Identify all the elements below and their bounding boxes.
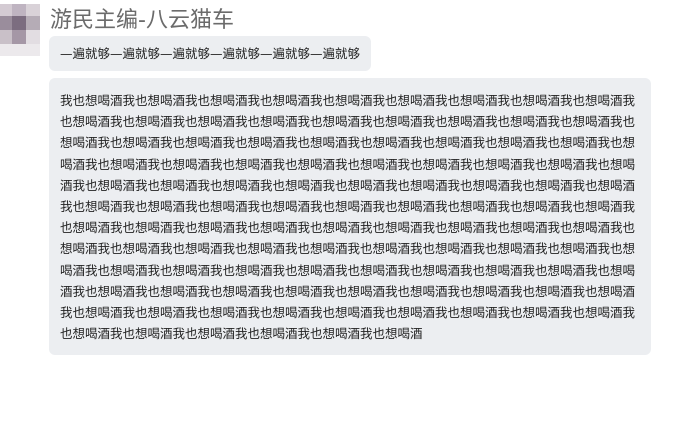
avatar[interactable] xyxy=(0,4,40,56)
message-text: 我也想喝酒我也想喝酒我也想喝酒我也想喝酒我也想喝酒我也想喝酒我也想喝酒我也想喝酒… xyxy=(60,93,636,342)
message-bubble[interactable]: —遍就够—遍就够—遍就够—遍就够—遍就够—遍就够 xyxy=(49,36,372,71)
message-bubble[interactable]: 我也想喝酒我也想喝酒我也想喝酒我也想喝酒我也想喝酒我也想喝酒我也想喝酒我也想喝酒… xyxy=(49,78,651,356)
sender-name: 游民主编-八云猫车 xyxy=(50,8,234,33)
message-text: —遍就够—遍就够—遍就够—遍就够—遍就够—遍就够 xyxy=(60,46,361,61)
